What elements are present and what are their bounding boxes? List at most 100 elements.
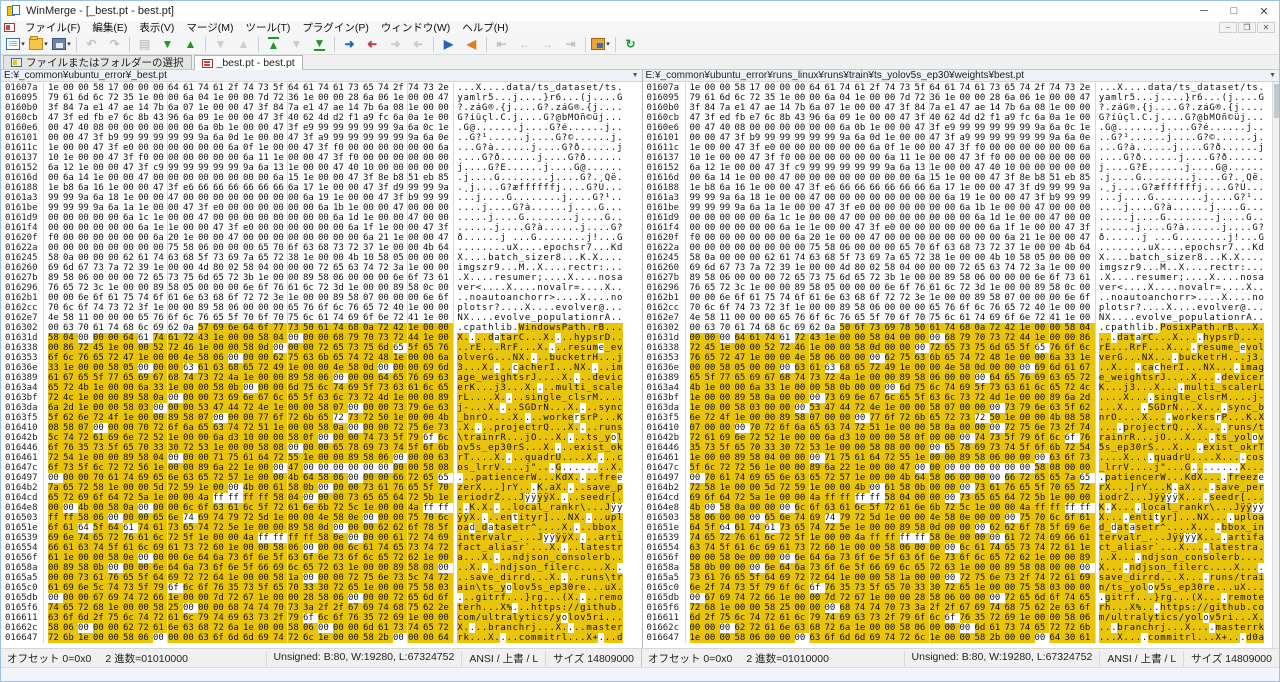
- hex-row[interactable]: 0166471e00005806000000636f6d6d6974726c1e…: [643, 633, 1280, 643]
- open-button[interactable]: ▾: [28, 35, 49, 54]
- hex-row[interactable]: 01658a580b0000006e646a736f6e5f66696c6572…: [643, 563, 1280, 573]
- chevron-down-icon[interactable]: ▼: [1269, 72, 1276, 79]
- hex-row[interactable]: 0162967665723c1e00008958050000006e6f7661…: [643, 283, 1280, 293]
- copy-to-right-button[interactable]: ➜: [339, 35, 360, 54]
- update-check-button[interactable]: ↻: [620, 35, 641, 54]
- minimize-button[interactable]: ─: [1189, 1, 1219, 21]
- hex-row[interactable]: 0160cb473fedfbe76c8b43966a091e0000473f40…: [1, 113, 642, 123]
- last-difference-button[interactable]: ▼: [309, 35, 330, 54]
- right-file-header[interactable]: E:¥_common¥ubuntu_error¥runs_linux¥runs¥…: [643, 70, 1280, 82]
- hex-row[interactable]: 0163536f6c766572471e00004e58060000006275…: [1, 353, 642, 363]
- hex-row[interactable]: 01642b5c747261696e72521e00006ad310000058…: [1, 433, 642, 443]
- hex-row[interactable]: 0165a50000736176655f64697272641e0000581a…: [1, 573, 642, 583]
- hex-row[interactable]: 0165c061696e5c74735f796f6c6f7635735f6570…: [1, 583, 642, 593]
- hex-row[interactable]: 0165db0067697472661e00007d72671e00002858…: [643, 593, 1280, 603]
- hex-row[interactable]: 0163a465724b1e00006a331e0000580b0000006d…: [1, 383, 642, 393]
- hex-row[interactable]: 01616d006a141e00004700000000000000006a15…: [643, 173, 1280, 183]
- hex-row[interactable]: 0164466f7635735f6570333072531e0000580800…: [1, 443, 642, 453]
- hex-row[interactable]: 0161d900000000006a1c1e000047000000000000…: [1, 213, 642, 223]
- hex-row[interactable]: 01662c58060000006272616e6368726a1e000058…: [1, 623, 642, 633]
- hex-row[interactable]: 0162cc706c6f7473723f1e000089580600000065…: [1, 303, 642, 313]
- hex-row[interactable]: 01633872451e00005272461e0000580d00000072…: [643, 343, 1280, 353]
- left-hex-view[interactable]: 01607a1e00005817000000646174612f74735f64…: [1, 82, 642, 648]
- menu-item-5[interactable]: プラグイン(P): [296, 22, 375, 34]
- tab-1[interactable]: _best.pt - best.pt: [194, 55, 303, 70]
- hex-row[interactable]: 0162e74e581100000065766f6c76655f706f7075…: [1, 313, 642, 323]
- plugin-button[interactable]: ▾: [590, 35, 611, 54]
- hex-row[interactable]: 0165035806000000656e74697479725d1e00004e…: [643, 513, 1280, 523]
- hex-row[interactable]: 0161f40000000000006a1e1e0000473fe0000000…: [1, 223, 642, 233]
- hex-row[interactable]: 01662c0000006272616e6368726a1e0000580600…: [643, 623, 1280, 633]
- right-hex-view[interactable]: 01607a1e00005817000000646174612f74735f64…: [643, 82, 1280, 648]
- hex-row[interactable]: 0162cc706c6f7473723f1e000089580600000065…: [643, 303, 1280, 313]
- hex-row[interactable]: 0165c06e2f74735f796f6c6f7635735f65703330…: [643, 583, 1280, 593]
- hex-row[interactable]: 01620ff00000000000006a201e00004700000000…: [1, 233, 642, 243]
- hex-row[interactable]: 016389655f77656967687473724a1e0000895806…: [643, 373, 1280, 383]
- hex-row[interactable]: 0164611e00008958040000007175616472551e00…: [643, 453, 1280, 463]
- scrollbar-thumb[interactable]: [1274, 84, 1279, 118]
- hex-row[interactable]: 016245580a00000062617463685f73697a657238…: [1, 253, 642, 263]
- hex-row[interactable]: 0163a44b1e00006a331e0000580b0000006d756c…: [643, 383, 1280, 393]
- hex-row[interactable]: 016539696e74657276616c725f1e00004affffff…: [1, 533, 642, 543]
- hex-row[interactable]: 0161d900000000006a1c1e000047000000000000…: [643, 213, 1280, 223]
- menu-item-4[interactable]: ツール(T): [239, 22, 296, 34]
- menu-item-0[interactable]: ファイル(F): [19, 22, 86, 34]
- menu-item-3[interactable]: マージ(M): [180, 22, 239, 34]
- hex-row[interactable]: 01651e645f64617461736574725e1e000089580d…: [643, 523, 1280, 533]
- save-button[interactable]: ▾: [51, 35, 72, 54]
- hex-row[interactable]: 0163bf724c1e000089580a00000073696e676c65…: [1, 393, 642, 403]
- hex-row[interactable]: 0163da1e00005803000000534744724e1e000058…: [643, 403, 1280, 413]
- hex-row[interactable]: 01656f0000580e0000006e646a736f6e5f636f6e…: [643, 553, 1280, 563]
- hex-row[interactable]: 0164b27a6572581e00005d72591e00004b006158…: [1, 483, 642, 493]
- hex-row[interactable]: 01647c6f735f6c7272561e0000896a221e000047…: [1, 463, 642, 473]
- hex-row[interactable]: 0161a399999a6a181e0000470000000000000000…: [1, 193, 642, 203]
- hex-row[interactable]: 01636e331e00005805000000636163686572491e…: [1, 363, 642, 373]
- hex-row[interactable]: 016503ffff5806000000656e74697479725d1e00…: [1, 513, 642, 523]
- hex-row[interactable]: 0163020063706174686c69620a506f7369785061…: [643, 323, 1280, 333]
- hex-row[interactable]: 0160e6004740080000000000006a0b1e0000473f…: [1, 123, 642, 133]
- hex-row[interactable]: 0164e800004b00580a0000006c6f63616c5f7261…: [1, 503, 642, 513]
- new-button[interactable]: ▾: [5, 35, 26, 54]
- hex-row[interactable]: 0164cd696f64725a1e00004affffffff58040000…: [643, 493, 1280, 503]
- hex-row[interactable]: 016338008672451e00005272461e0000580d0000…: [1, 343, 642, 353]
- hex-row[interactable]: 0160cb473fedfbe76c8b43966a091e0000473f40…: [643, 113, 1280, 123]
- hex-row[interactable]: 0163896167655f77656967687473724a1e000089…: [1, 373, 642, 383]
- hex-row[interactable]: 01631d0000006461746172431e00005804000000…: [643, 333, 1280, 343]
- hex-row[interactable]: 0161526a121e0000473fc999999999999a6a131e…: [643, 163, 1280, 173]
- hex-row[interactable]: 01658a0089580b0000006e646a736f6e5f66696c…: [1, 563, 642, 573]
- menu-item-2[interactable]: 表示(V): [133, 22, 180, 34]
- hex-row[interactable]: 0162e74e581100000065766f6c76655f706f7075…: [643, 313, 1280, 323]
- prev-difference-button[interactable]: ▲: [180, 35, 201, 54]
- hex-row[interactable]: 01631d58040000006461746172431e0000580400…: [1, 333, 642, 343]
- hex-row[interactable]: 016260696d67737a72391e00004d800258040000…: [1, 263, 642, 273]
- first-difference-button[interactable]: ▲: [263, 35, 284, 54]
- hex-row[interactable]: 01656f611e0000580e0000006e646a736f6e5f63…: [1, 553, 642, 563]
- hex-row[interactable]: 01622a000000000000000075580600000065706f…: [643, 243, 1280, 253]
- hex-row[interactable]: 01653974657276616c725f1e00004affffffff58…: [643, 533, 1280, 543]
- hex-row[interactable]: 0164e84b00580a0000006c6f63616c5f72616e6b…: [643, 503, 1280, 513]
- hex-row[interactable]: 016353766572471e00004e58060000006275636b…: [643, 353, 1280, 363]
- hex-row[interactable]: 0163f56e724f1e0000895807000000776f726b65…: [643, 413, 1280, 423]
- hex-row[interactable]: 0161a399999a6a181e0000470000000000000000…: [643, 193, 1280, 203]
- hex-row[interactable]: 0166116d2f756c7472616c79746963732f796f6c…: [643, 613, 1280, 623]
- hex-row[interactable]: 01627b895806000000726573756d65723b1e0000…: [643, 273, 1280, 283]
- hex-row[interactable]: 016245580a00000062617463685f73697a657238…: [643, 253, 1280, 263]
- mdi-restore-button[interactable]: ❐: [1238, 22, 1256, 33]
- hex-row[interactable]: 0164b272581e00005d72591e00004b0061580b00…: [643, 483, 1280, 493]
- hex-row[interactable]: 0161010000473fb999999999999a6a0d1e000047…: [1, 133, 642, 143]
- hex-row[interactable]: 01609579616d6c72351e00006a041e00007d7236…: [1, 93, 642, 103]
- hex-row[interactable]: 0161010000473fb999999999999a6a0d1e000047…: [643, 133, 1280, 143]
- hex-row[interactable]: 01642b7261696e72521e00006ad3100000580f00…: [643, 433, 1280, 443]
- hex-row[interactable]: 016137101e0000473ff00000000000006a111e00…: [1, 153, 642, 163]
- mdi-close-button[interactable]: ✕: [1257, 22, 1275, 33]
- hex-row[interactable]: 016647726b1e00005806000000636f6d6d697472…: [1, 633, 642, 643]
- copy-all-left-button[interactable]: ◀: [461, 35, 482, 54]
- vertical-scrollbar[interactable]: [1272, 82, 1279, 648]
- hex-row[interactable]: 0163020063706174686c69620a57696e646f7773…: [1, 323, 642, 333]
- hex-row[interactable]: 0160b03f847ae147ae147b6a071e0000473f847a…: [1, 103, 642, 113]
- hex-row[interactable]: 01616d006a141e00004700000000000000006a15…: [1, 173, 642, 183]
- hex-row[interactable]: 01607a1e00005817000000646174612f74735f64…: [1, 83, 642, 93]
- menu-item-7[interactable]: ヘルプ(H): [456, 22, 514, 34]
- dropdown-arrow-icon[interactable]: ▾: [21, 40, 25, 48]
- copy-all-right-button[interactable]: ▶: [438, 35, 459, 54]
